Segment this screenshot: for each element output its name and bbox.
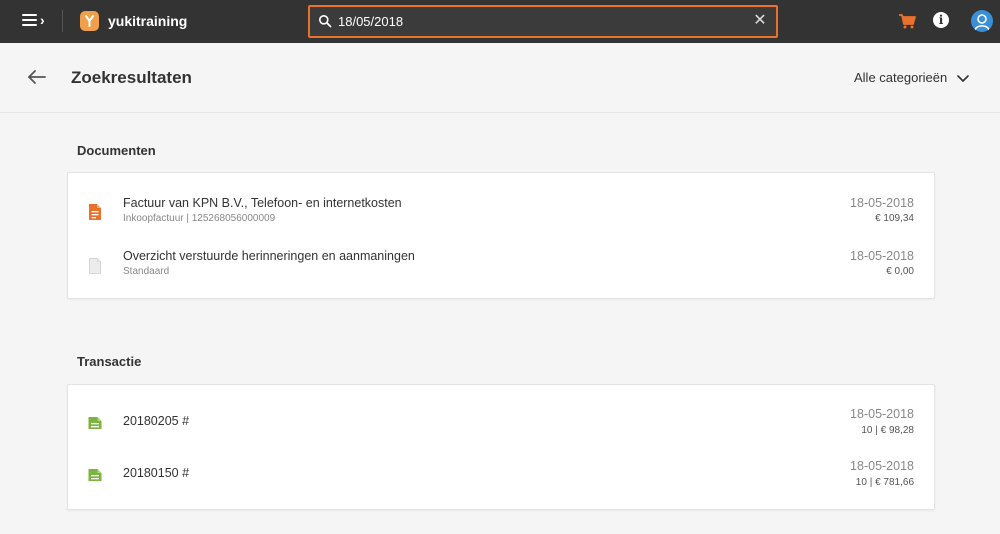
category-dropdown[interactable]: Alle categorieën (854, 69, 969, 87)
app-name[interactable]: yukitraining (108, 12, 187, 30)
transactions-card: 20180205 # 18-05-2018 10 | € 98,28 20180… (67, 384, 935, 510)
info-icon[interactable]: i (933, 12, 949, 28)
invoice-icon (89, 204, 101, 220)
transaction-date: 18-05-2018 (850, 459, 914, 473)
transactions-section-title: Transactie (77, 354, 142, 369)
category-label: Alle categorieën (854, 70, 948, 85)
page-header: Zoekresultaten Alle categorieën (0, 43, 1000, 113)
search-input[interactable] (338, 11, 738, 32)
transaction-title: 20180205 # (123, 414, 190, 428)
chevron-down-icon (957, 74, 969, 82)
transaction-icon (88, 417, 102, 429)
logo-icon[interactable] (80, 11, 99, 31)
document-date: 18-05-2018 (850, 249, 914, 263)
transaction-amount: 10 | € 98,28 (861, 425, 914, 436)
documents-card: Factuur van KPN B.V., Telefoon- en inter… (67, 172, 935, 299)
transaction-amount: 10 | € 781,66 (855, 477, 914, 488)
document-row[interactable]: Factuur van KPN B.V., Telefoon- en inter… (68, 181, 934, 231)
document-icon (89, 258, 101, 274)
menu-icon[interactable]: › (20, 11, 50, 31)
document-title: Overzicht verstuurde herinneringen en aa… (123, 249, 415, 263)
top-bar: › yukitraining ✕ i (0, 0, 1000, 43)
transaction-icon (88, 469, 102, 481)
topbar-divider (62, 10, 63, 32)
document-title: Factuur van KPN B.V., Telefoon- en inter… (123, 196, 402, 210)
transaction-date: 18-05-2018 (850, 407, 914, 421)
document-amount: € 109,34 (875, 213, 914, 224)
page-title: Zoekresultaten (71, 68, 192, 87)
document-subtitle: Standaard (123, 266, 170, 277)
search-icon (319, 15, 332, 28)
back-arrow-icon[interactable] (26, 67, 48, 87)
transaction-title: 20180150 # (123, 466, 190, 480)
document-amount: € 0,00 (886, 266, 914, 277)
close-icon[interactable]: ✕ (752, 12, 768, 30)
cart-icon[interactable] (898, 13, 916, 29)
user-icon[interactable] (971, 10, 993, 32)
transaction-row[interactable]: 20180205 # 18-05-2018 10 | € 98,28 (68, 397, 934, 447)
document-subtitle: Inkoopfactuur | 125268056000009 (123, 213, 276, 224)
transaction-row[interactable]: 20180150 # 18-05-2018 10 | € 781,66 (68, 449, 934, 499)
documents-section-title: Documenten (77, 143, 156, 158)
search-bar[interactable]: ✕ (308, 5, 778, 38)
document-row[interactable]: Overzicht verstuurde herinneringen en aa… (68, 234, 934, 284)
document-date: 18-05-2018 (850, 196, 914, 210)
